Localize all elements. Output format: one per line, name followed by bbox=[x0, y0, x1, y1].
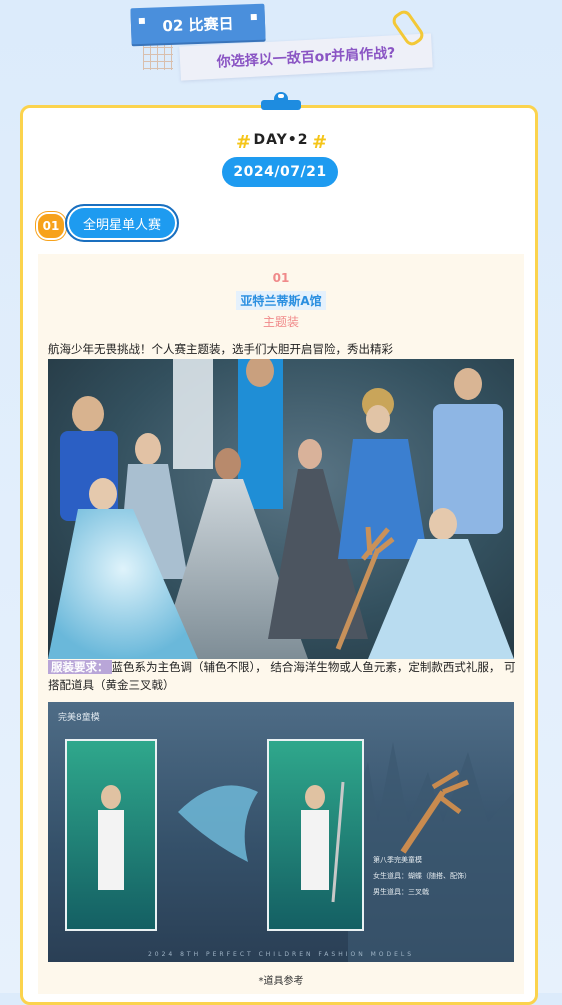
entry-index: 01 bbox=[272, 271, 290, 285]
caption-line-1: 第八季完美童模 bbox=[373, 855, 422, 864]
day-label: DAY•2 bbox=[253, 132, 309, 148]
costume-photo-art bbox=[48, 359, 514, 659]
requirement-tag: 服装要求： bbox=[48, 660, 112, 674]
venue-label: 亚特兰蒂斯A馆 bbox=[236, 291, 326, 310]
theme-label: 主题装 bbox=[262, 315, 299, 329]
footer-banner: 2024 8TH PERFECT CHILDREN FASHION MODELS bbox=[148, 951, 414, 958]
costume-photo bbox=[48, 359, 514, 659]
requirement-text: 蓝色系为主色调（辅色不限）， 结合海洋生物或人鱼元素，定制款西式礼服， 可搭配道… bbox=[48, 660, 516, 692]
section-title-pill: 全明星单人赛 bbox=[65, 204, 179, 242]
prop-reference-art: 完美8童模 第八季完美童模 女生道具：蝴蝶（随搭、配饰） 男生道具：三叉戟 20… bbox=[58, 711, 514, 962]
caption-line-2: 女生道具：蝴蝶（随搭、配饰） bbox=[373, 871, 471, 880]
hash-right-icon: # bbox=[312, 132, 328, 153]
pushpin-icon bbox=[261, 92, 301, 114]
caption-line-3: 男生道具：三叉戟 bbox=[373, 887, 429, 896]
date-pill: 2024/07/21 bbox=[222, 157, 338, 187]
day-tag: 02 比赛日 bbox=[130, 3, 266, 45]
entry-description: 航海少年无畏挑战！个人赛主题装，选手们大胆开启冒险，秀出精彩 bbox=[48, 342, 393, 356]
section-number-badge: 01 bbox=[36, 212, 66, 240]
prop-reference-photo: 完美8童模 第八季完美童模 女生道具：蝴蝶（随搭、配饰） 男生道具：三叉戟 20… bbox=[48, 702, 514, 962]
grid-icon bbox=[143, 40, 173, 70]
watermark-text: 完美8童模 bbox=[58, 711, 100, 723]
costume-requirements: 服装要求： 蓝色系为主色调（辅色不限）， 结合海洋生物或人鱼元素，定制款西式礼服，… bbox=[48, 658, 516, 694]
reference-note: *道具参考 bbox=[258, 976, 304, 987]
